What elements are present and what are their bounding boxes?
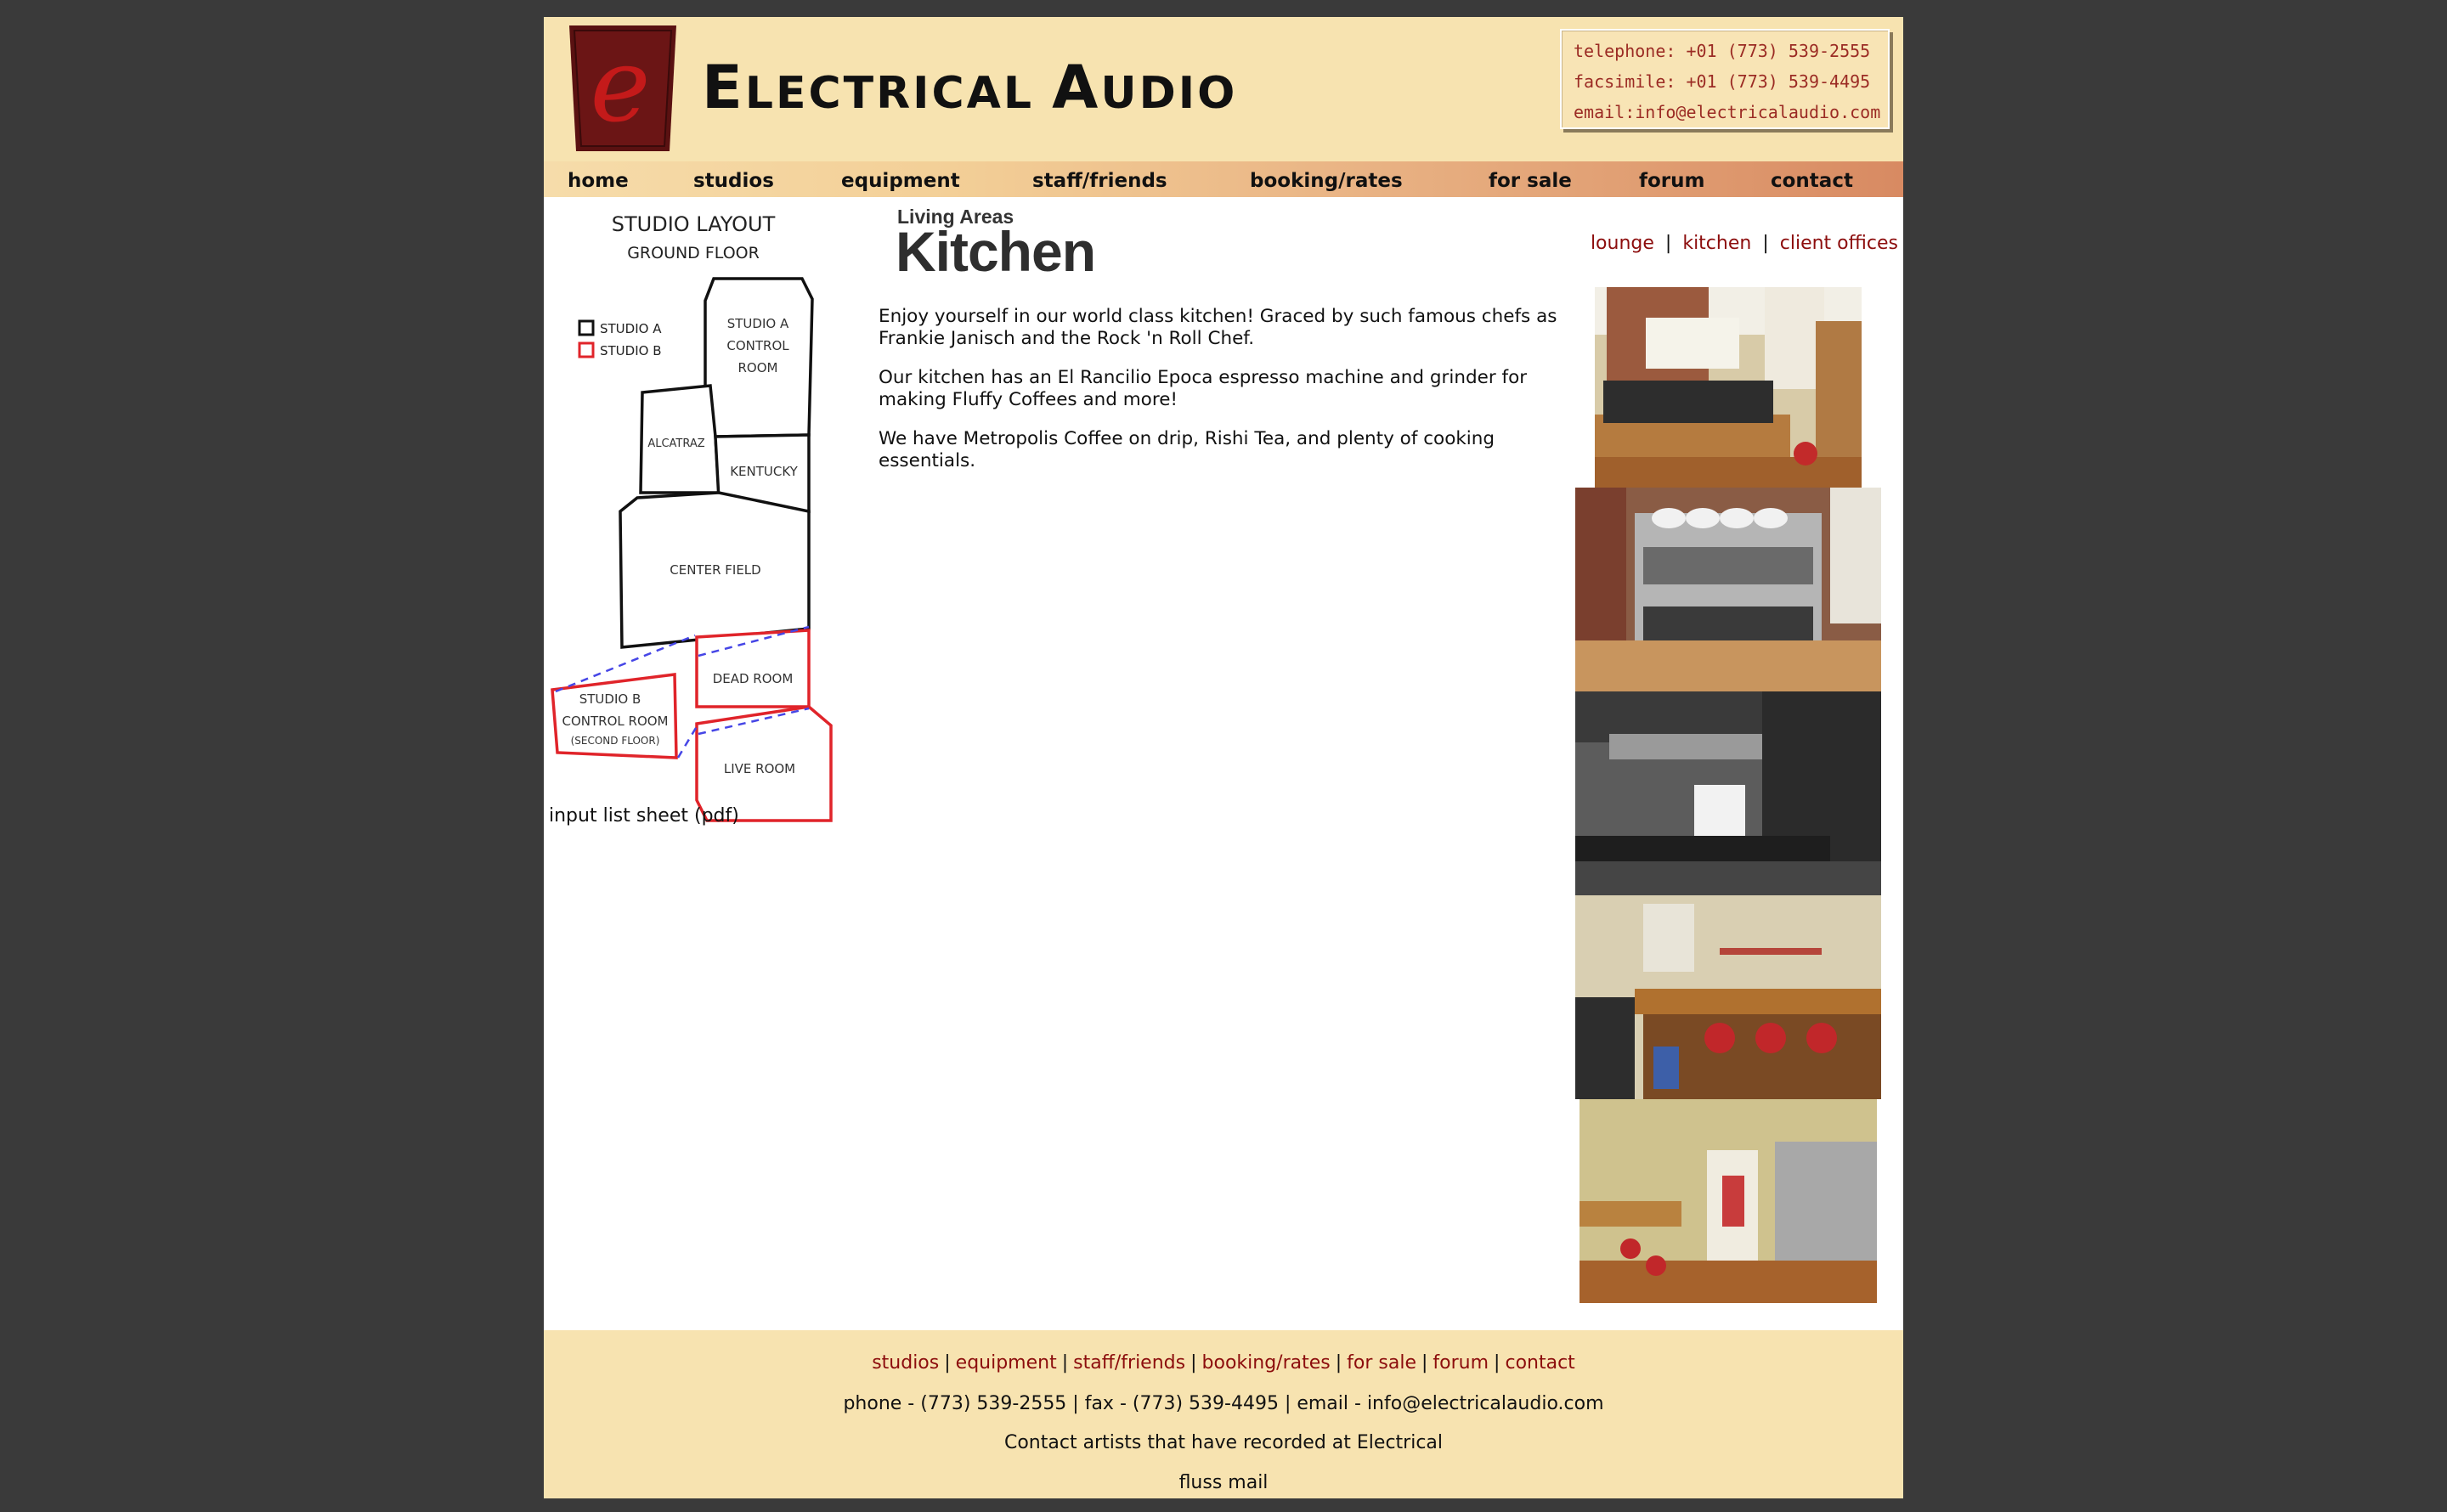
nav-booking-rates[interactable]: booking/rates bbox=[1250, 161, 1403, 197]
nav-home[interactable]: home bbox=[568, 161, 629, 197]
subnav-separator: | bbox=[1664, 233, 1672, 254]
label-studio-a-control-3: ROOM bbox=[738, 360, 778, 375]
kitchen-description: Enjoy yourself in our world class kitche… bbox=[879, 306, 1575, 489]
subnav-lounge[interactable]: lounge bbox=[1591, 233, 1654, 254]
nav-forum[interactable]: forum bbox=[1639, 161, 1705, 197]
label-kentucky: KENTUCKY bbox=[730, 464, 798, 479]
paragraph-3: We have Metropolis Coffee on drip, Rishi… bbox=[879, 428, 1495, 471]
legend-studio-b: STUDIO B bbox=[600, 343, 662, 358]
label-center-field: CENTER FIELD bbox=[670, 562, 760, 578]
label-dead-room: DEAD ROOM bbox=[713, 671, 794, 686]
footer-separator: | bbox=[944, 1352, 951, 1374]
legend-studio-b-swatch bbox=[578, 341, 595, 358]
section-title: Kitchen bbox=[896, 220, 1096, 283]
main-nav: home studios equipment staff/friends boo… bbox=[544, 161, 1903, 197]
footer-link-equipment[interactable]: equipment bbox=[956, 1352, 1057, 1374]
kitchen-photo-1 bbox=[1595, 287, 1862, 488]
room-studio-a-control bbox=[704, 277, 814, 438]
subnav-kitchen[interactable]: kitchen bbox=[1682, 233, 1751, 254]
paragraph-1: Enjoy yourself in our world class kitche… bbox=[879, 306, 1557, 349]
logo-text-lectrical: LECTRICAL bbox=[744, 68, 1053, 119]
kitchen-hallway-photo bbox=[1580, 1099, 1877, 1303]
footer-link-forum[interactable]: forum bbox=[1433, 1352, 1489, 1374]
footer-links: studios | equipment | staff/friends | booking/… bbox=[544, 1352, 1903, 1374]
living-areas-subnav: lounge | kitchen | client offices bbox=[1591, 233, 1898, 254]
nav-studios[interactable]: studios bbox=[693, 161, 774, 197]
nav-for-sale[interactable]: for sale bbox=[1489, 161, 1572, 197]
logo-wordmark[interactable]: ELECTRICAL AUDIO bbox=[702, 53, 1237, 122]
footer-link-staff-friends[interactable]: staff/friends bbox=[1073, 1352, 1185, 1374]
paragraph-2: Our kitchen has an El Rancilio Epoca esp… bbox=[879, 367, 1528, 410]
label-studio-a-control-1: STUDIO A bbox=[727, 316, 789, 331]
site-footer: studios | equipment | staff/friends | booking/… bbox=[544, 1330, 1903, 1498]
label-live-room: LIVE ROOM bbox=[724, 761, 795, 776]
label-studio-a-control-2: CONTROL bbox=[726, 338, 789, 353]
subnav-separator: | bbox=[1762, 233, 1769, 254]
footer-separator: | bbox=[1494, 1352, 1500, 1374]
site-header: e ELECTRICAL AUDIO telephone: +01 (773) … bbox=[544, 17, 1903, 161]
logo-letter: e bbox=[590, 27, 650, 145]
electrical-audio-logo-mark[interactable]: e bbox=[569, 25, 676, 151]
subnav-client-offices[interactable]: client offices bbox=[1780, 233, 1898, 254]
contact-facsimile: facsimile: +01 (773) 539-4495 bbox=[1574, 71, 1871, 92]
espresso-cup-photo bbox=[1575, 691, 1881, 895]
contact-card: telephone: +01 (773) 539-2555 facsimile:… bbox=[1560, 29, 1890, 129]
espresso-machine-photo bbox=[1575, 488, 1881, 691]
studio-layout-map[interactable]: STUDIO LAYOUT GROUND FLOOR STUDIO A STUD… bbox=[549, 206, 838, 826]
footer-contact-line: phone - (773) 539-2555 | fax - (773) 539… bbox=[843, 1393, 1604, 1414]
label-studio-b-control-1: STUDIO B bbox=[579, 691, 641, 707]
footer-separator: | bbox=[1421, 1352, 1428, 1374]
footer-separator: | bbox=[1190, 1352, 1197, 1374]
layout-title: STUDIO LAYOUT bbox=[612, 212, 776, 236]
page: e ELECTRICAL AUDIO telephone: +01 (773) … bbox=[544, 17, 1903, 1498]
layout-subtitle: GROUND FLOOR bbox=[627, 244, 760, 262]
label-alcatraz: ALCATRAZ bbox=[647, 437, 704, 450]
footer-artists-link[interactable]: Contact artists that have recorded at El… bbox=[544, 1432, 1903, 1453]
footer-link-studios[interactable]: studios bbox=[872, 1352, 939, 1374]
footer-link-for-sale[interactable]: for sale bbox=[1347, 1352, 1416, 1374]
kitchen-counter-photo bbox=[1575, 895, 1881, 1099]
nav-contact[interactable]: contact bbox=[1771, 161, 1853, 197]
contact-telephone: telephone: +01 (773) 539-2555 bbox=[1574, 41, 1871, 61]
contact-email[interactable]: email:info@electricalaudio.com bbox=[1574, 97, 1888, 127]
logo-text-udio: UDIO bbox=[1100, 68, 1238, 119]
label-studio-b-control-3: (SECOND FLOOR) bbox=[571, 735, 660, 747]
footer-link-contact[interactable]: contact bbox=[1505, 1352, 1574, 1374]
footer-separator: | bbox=[1335, 1352, 1342, 1374]
footer-separator: | bbox=[1061, 1352, 1069, 1374]
label-studio-b-control-2: CONTROL ROOM bbox=[562, 714, 669, 729]
nav-equipment[interactable]: equipment bbox=[841, 161, 960, 197]
logo-letter-a: A bbox=[1052, 53, 1101, 122]
legend-studio-a: STUDIO A bbox=[600, 321, 662, 336]
footer-link-booking-rates[interactable]: booking/rates bbox=[1202, 1352, 1331, 1374]
input-list-link[interactable]: input list sheet (pdf) bbox=[549, 805, 739, 827]
legend-studio-a-swatch bbox=[578, 319, 595, 336]
footer-fluss-mail-link[interactable]: fluss mail bbox=[544, 1472, 1903, 1493]
nav-staff-friends[interactable]: staff/friends bbox=[1032, 161, 1167, 197]
logo-letter-e: E bbox=[702, 53, 745, 122]
